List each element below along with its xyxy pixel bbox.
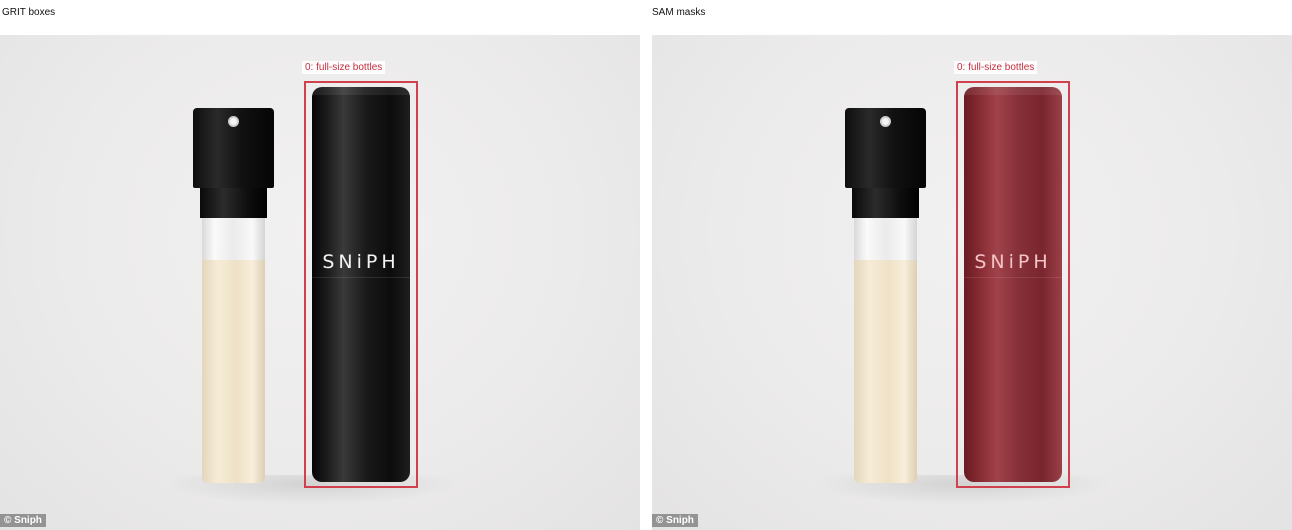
image-credit: © Sniph <box>0 514 46 527</box>
sam-masks-panel: SNiPH 0: full-size bottles © Sniph <box>652 35 1292 530</box>
vial-liquid <box>202 260 265 483</box>
detection-bounding-box <box>956 81 1070 488</box>
detection-bounding-box <box>304 81 418 488</box>
vial-liquid <box>854 260 917 483</box>
detection-label: 0: full-size bottles <box>954 61 1038 74</box>
sample-vial <box>193 108 274 483</box>
vial-collar <box>200 188 267 218</box>
sample-vial <box>845 108 926 483</box>
image-credit: © Sniph <box>652 514 698 527</box>
detection-label: 0: full-size bottles <box>302 61 386 74</box>
vial-collar <box>852 188 919 218</box>
vial-spray-nozzle <box>228 116 239 127</box>
left-panel-title: GRIT boxes <box>2 7 56 18</box>
vial-spray-nozzle <box>880 116 891 127</box>
right-panel-title: SAM masks <box>652 7 706 18</box>
grit-boxes-panel: SNiPH 0: full-size bottles © Sniph <box>0 35 640 530</box>
